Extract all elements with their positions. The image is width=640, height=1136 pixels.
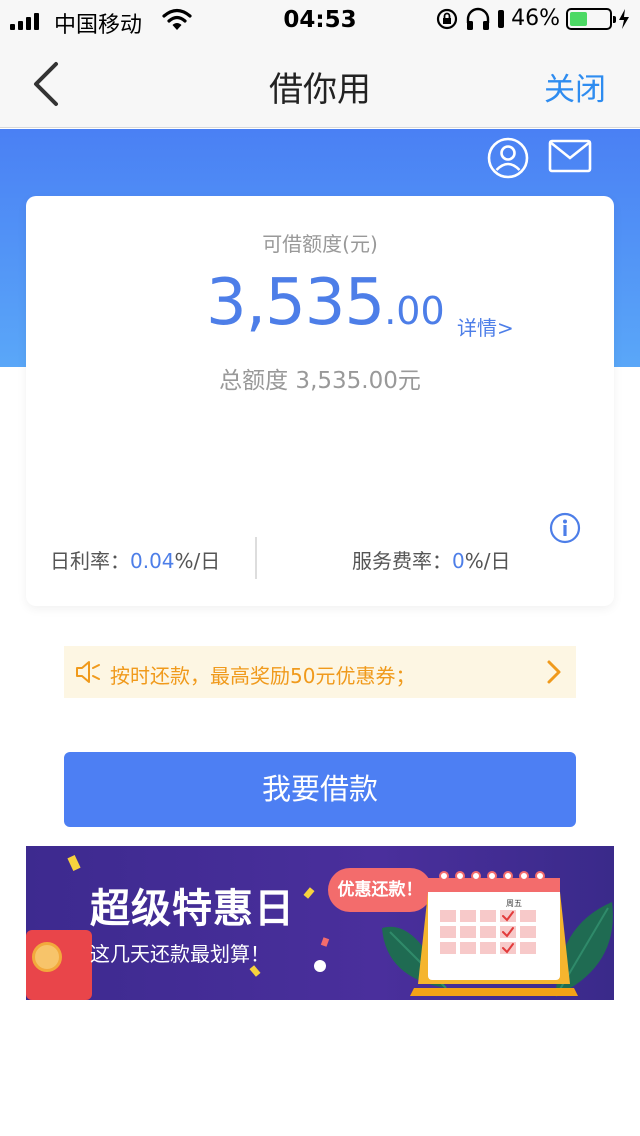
battery-percent: 46% xyxy=(511,6,560,31)
service-fee-value: 0 xyxy=(452,549,465,573)
chevron-right-icon xyxy=(547,660,561,684)
calendar-day-label: 周五 xyxy=(506,899,522,908)
daily-rate-label: 日利率： xyxy=(50,549,130,573)
daily-rate-value: 0.04 xyxy=(130,549,175,573)
nav-bar: 借你用 关闭 xyxy=(0,40,640,128)
total-credit: 总额度 3,535.00元 xyxy=(219,368,421,394)
headphones-icon xyxy=(466,7,490,30)
amount-integer: 3,535 xyxy=(206,266,385,340)
alarm-icon xyxy=(498,9,505,28)
service-fee-label: 服务费率： xyxy=(352,549,452,573)
confetti-decoration xyxy=(320,937,330,947)
calendar-icon: 周五 xyxy=(410,871,578,996)
available-amount: 3,535.00 xyxy=(206,266,445,340)
banner-subtitle: 这几天还款最划算！ xyxy=(90,942,270,966)
credit-card: 可借额度(元) 3,535.00 详情> 总额度 3,535.00元 日利率：0… xyxy=(26,196,614,606)
amount-decimal: .00 xyxy=(384,289,445,333)
confetti-decoration xyxy=(67,854,81,872)
battery-icon xyxy=(566,7,616,30)
red-packet-icon xyxy=(26,930,92,1000)
service-fee-unit: %/日 xyxy=(464,549,511,573)
promo-banner[interactable]: 超级特惠日 这几天还款最划算！ 优惠还款！ 周五 xyxy=(26,846,614,1000)
confetti-decoration xyxy=(303,887,315,899)
rate-divider xyxy=(255,537,257,579)
daily-rate-unit: %/日 xyxy=(174,549,221,573)
charging-bolt-icon xyxy=(619,8,629,29)
notice-bar[interactable]: 按时还款，最高奖励50元优惠券； xyxy=(64,646,576,698)
user-icon[interactable] xyxy=(487,137,529,179)
daily-rate: 日利率：0.04%/日 xyxy=(50,545,220,574)
close-button[interactable]: 关闭 xyxy=(544,64,606,109)
mail-icon[interactable] xyxy=(548,139,592,173)
orientation-lock-icon xyxy=(436,8,458,29)
borrow-button[interactable]: 我要借款 xyxy=(64,752,576,827)
detail-link[interactable]: 详情> xyxy=(457,312,514,341)
status-right: 46% xyxy=(435,6,630,31)
status-bar: 中国移动 04:53 46% xyxy=(0,0,640,40)
carousel-dot[interactable] xyxy=(314,960,326,972)
info-icon[interactable] xyxy=(549,512,581,544)
notice-text: 按时还款，最高奖励50元优惠券； xyxy=(110,664,416,688)
available-credit-label: 可借额度(元) xyxy=(262,232,378,256)
speaker-icon xyxy=(76,661,100,683)
banner-title: 超级特惠日 xyxy=(90,886,295,932)
service-fee-rate: 服务费率：0%/日 xyxy=(352,545,510,574)
